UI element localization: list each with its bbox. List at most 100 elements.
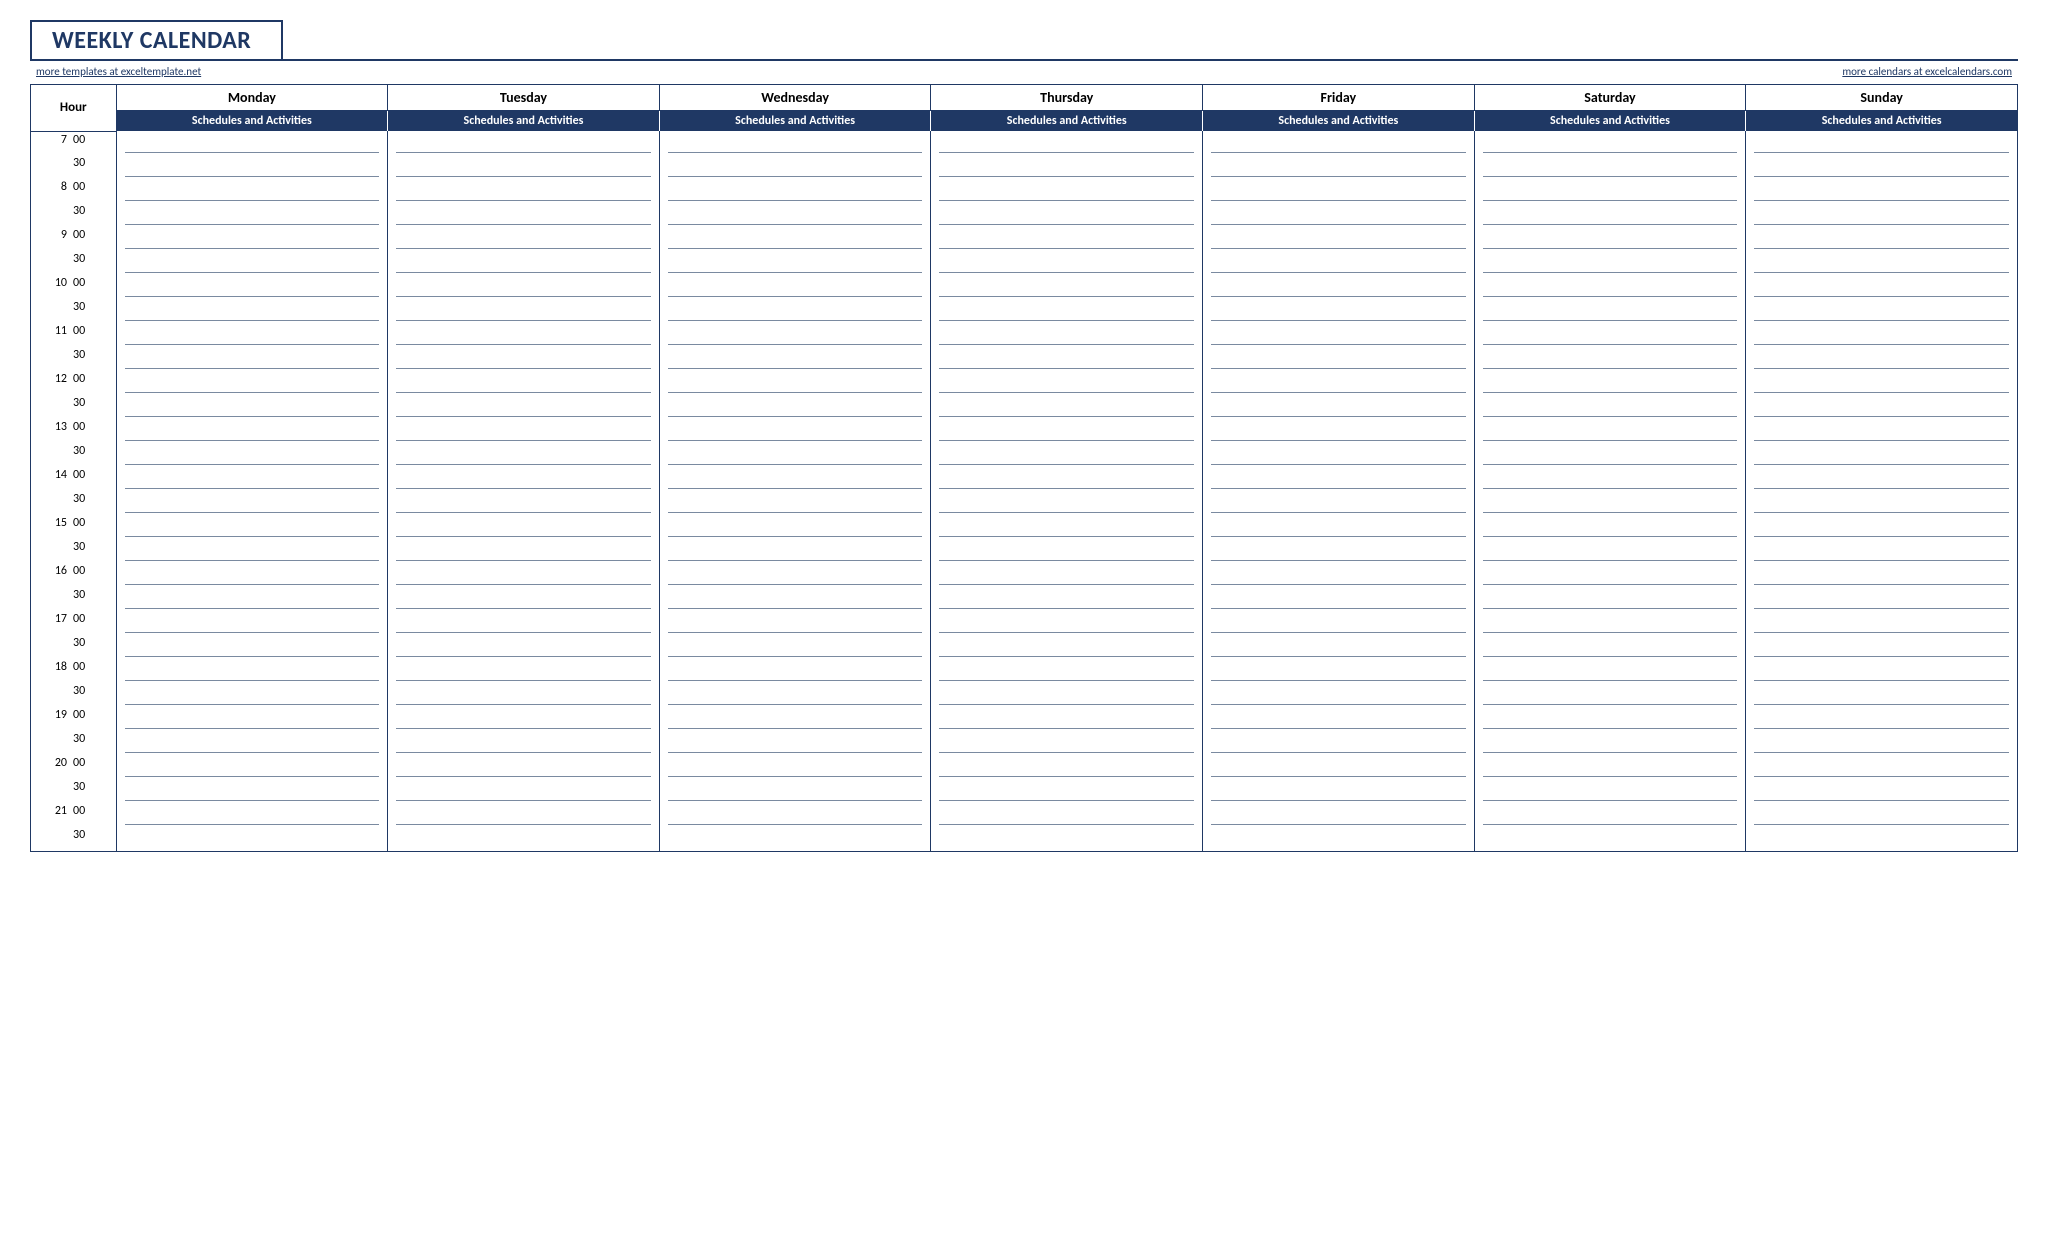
schedule-cell[interactable] xyxy=(1746,563,2018,587)
schedule-cell[interactable] xyxy=(931,395,1203,419)
schedule-cell[interactable] xyxy=(388,707,660,731)
schedule-cell[interactable] xyxy=(1746,635,2018,659)
schedule-cell[interactable] xyxy=(1203,539,1475,563)
schedule-cell[interactable] xyxy=(1203,635,1475,659)
schedule-cell[interactable] xyxy=(659,563,931,587)
schedule-cell[interactable] xyxy=(388,251,660,275)
schedule-cell[interactable] xyxy=(388,419,660,443)
schedule-cell[interactable] xyxy=(1474,419,1746,443)
schedule-cell[interactable] xyxy=(388,827,660,851)
schedule-cell[interactable] xyxy=(659,515,931,539)
schedule-cell[interactable] xyxy=(659,347,931,371)
schedule-cell[interactable] xyxy=(931,683,1203,707)
schedule-cell[interactable] xyxy=(1746,323,2018,347)
schedule-cell[interactable] xyxy=(659,539,931,563)
schedule-cell[interactable] xyxy=(116,227,388,251)
schedule-cell[interactable] xyxy=(388,731,660,755)
schedule-cell[interactable] xyxy=(116,179,388,203)
schedule-cell[interactable] xyxy=(116,803,388,827)
schedule-cell[interactable] xyxy=(116,155,388,179)
schedule-cell[interactable] xyxy=(931,347,1203,371)
schedule-cell[interactable] xyxy=(388,515,660,539)
schedule-cell[interactable] xyxy=(931,443,1203,467)
schedule-cell[interactable] xyxy=(659,803,931,827)
schedule-cell[interactable] xyxy=(1203,491,1475,515)
schedule-cell[interactable] xyxy=(116,131,388,155)
schedule-cell[interactable] xyxy=(931,587,1203,611)
schedule-cell[interactable] xyxy=(1203,803,1475,827)
schedule-cell[interactable] xyxy=(659,395,931,419)
schedule-cell[interactable] xyxy=(1746,179,2018,203)
schedule-cell[interactable] xyxy=(388,179,660,203)
schedule-cell[interactable] xyxy=(388,371,660,395)
schedule-cell[interactable] xyxy=(1746,539,2018,563)
schedule-cell[interactable] xyxy=(1746,275,2018,299)
schedule-cell[interactable] xyxy=(1474,179,1746,203)
schedule-cell[interactable] xyxy=(388,611,660,635)
schedule-cell[interactable] xyxy=(659,131,931,155)
schedule-cell[interactable] xyxy=(659,707,931,731)
schedule-cell[interactable] xyxy=(116,347,388,371)
schedule-cell[interactable] xyxy=(1474,827,1746,851)
schedule-cell[interactable] xyxy=(659,275,931,299)
schedule-cell[interactable] xyxy=(1746,707,2018,731)
schedule-cell[interactable] xyxy=(931,491,1203,515)
schedule-cell[interactable] xyxy=(116,707,388,731)
schedule-cell[interactable] xyxy=(1474,347,1746,371)
schedule-cell[interactable] xyxy=(931,659,1203,683)
schedule-cell[interactable] xyxy=(931,203,1203,227)
schedule-cell[interactable] xyxy=(1474,659,1746,683)
schedule-cell[interactable] xyxy=(1203,611,1475,635)
schedule-cell[interactable] xyxy=(116,515,388,539)
schedule-cell[interactable] xyxy=(659,635,931,659)
schedule-cell[interactable] xyxy=(388,587,660,611)
schedule-cell[interactable] xyxy=(1203,323,1475,347)
schedule-cell[interactable] xyxy=(1746,731,2018,755)
schedule-cell[interactable] xyxy=(931,707,1203,731)
schedule-cell[interactable] xyxy=(388,539,660,563)
schedule-cell[interactable] xyxy=(1203,419,1475,443)
schedule-cell[interactable] xyxy=(1474,467,1746,491)
schedule-cell[interactable] xyxy=(1746,155,2018,179)
schedule-cell[interactable] xyxy=(1203,203,1475,227)
schedule-cell[interactable] xyxy=(1474,539,1746,563)
schedule-cell[interactable] xyxy=(116,371,388,395)
schedule-cell[interactable] xyxy=(931,803,1203,827)
schedule-cell[interactable] xyxy=(388,131,660,155)
schedule-cell[interactable] xyxy=(931,227,1203,251)
schedule-cell[interactable] xyxy=(116,779,388,803)
schedule-cell[interactable] xyxy=(116,443,388,467)
schedule-cell[interactable] xyxy=(659,467,931,491)
schedule-cell[interactable] xyxy=(1474,563,1746,587)
schedule-cell[interactable] xyxy=(1474,755,1746,779)
schedule-cell[interactable] xyxy=(931,779,1203,803)
schedule-cell[interactable] xyxy=(931,635,1203,659)
schedule-cell[interactable] xyxy=(116,275,388,299)
schedule-cell[interactable] xyxy=(388,155,660,179)
schedule-cell[interactable] xyxy=(1746,395,2018,419)
schedule-cell[interactable] xyxy=(116,827,388,851)
schedule-cell[interactable] xyxy=(1474,491,1746,515)
schedule-cell[interactable] xyxy=(1474,371,1746,395)
schedule-cell[interactable] xyxy=(116,251,388,275)
schedule-cell[interactable] xyxy=(116,635,388,659)
schedule-cell[interactable] xyxy=(388,683,660,707)
schedule-cell[interactable] xyxy=(1746,659,2018,683)
schedule-cell[interactable] xyxy=(659,419,931,443)
schedule-cell[interactable] xyxy=(1746,131,2018,155)
schedule-cell[interactable] xyxy=(1474,683,1746,707)
schedule-cell[interactable] xyxy=(116,563,388,587)
schedule-cell[interactable] xyxy=(1474,635,1746,659)
schedule-cell[interactable] xyxy=(388,443,660,467)
schedule-cell[interactable] xyxy=(1474,299,1746,323)
schedule-cell[interactable] xyxy=(1746,491,2018,515)
schedule-cell[interactable] xyxy=(931,827,1203,851)
schedule-cell[interactable] xyxy=(659,683,931,707)
schedule-cell[interactable] xyxy=(1203,515,1475,539)
schedule-cell[interactable] xyxy=(116,755,388,779)
calendars-link[interactable]: more calendars at excelcalendars.com xyxy=(1842,65,2012,78)
schedule-cell[interactable] xyxy=(388,203,660,227)
schedule-cell[interactable] xyxy=(388,395,660,419)
schedule-cell[interactable] xyxy=(388,779,660,803)
schedule-cell[interactable] xyxy=(659,155,931,179)
